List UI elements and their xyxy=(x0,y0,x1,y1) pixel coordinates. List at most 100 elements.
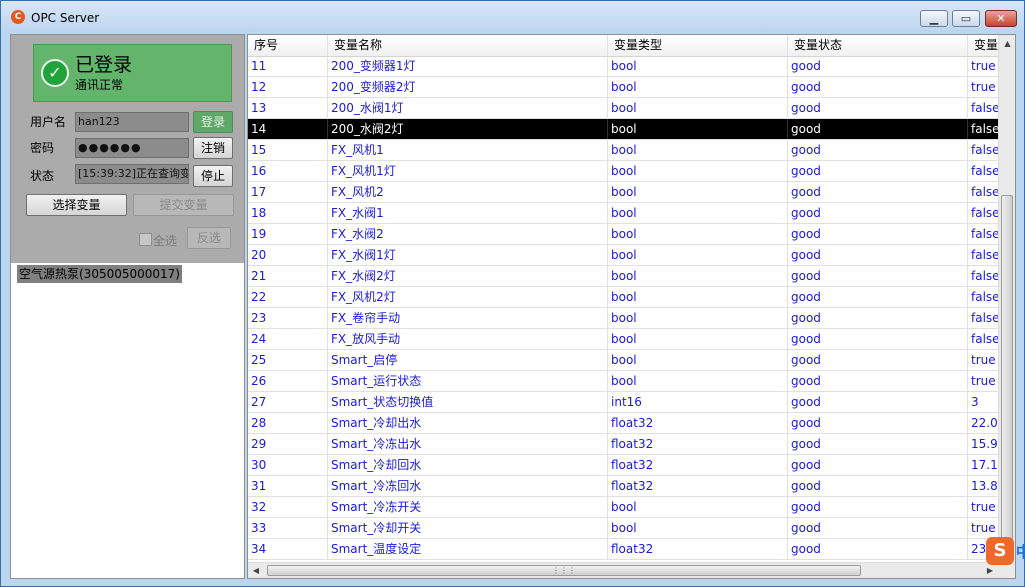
cell-status: good xyxy=(788,161,968,181)
cell-type: bool xyxy=(608,245,788,265)
table-row[interactable]: 32 Smart_冷冻开关 bool good true xyxy=(248,497,998,518)
table-row[interactable]: 25 Smart_启停 bool good true xyxy=(248,350,998,371)
cell-index: 19 xyxy=(248,224,328,244)
table-row[interactable]: 16 FX_风机1灯 bool good false xyxy=(248,161,998,182)
table-row[interactable]: 13 200_水阀1灯 bool good false xyxy=(248,98,998,119)
cell-name: Smart_冷冻出水 xyxy=(328,434,608,454)
title-bar[interactable]: C OPC Server ▁ ▭ ✕ xyxy=(1,1,1024,32)
cell-status: good xyxy=(788,518,968,538)
scroll-right-icon[interactable]: ▶ xyxy=(982,563,998,578)
cell-index: 16 xyxy=(248,161,328,181)
cell-value: false xyxy=(968,224,998,244)
horizontal-scroll-thumb[interactable]: ⋮⋮⋮ xyxy=(267,565,861,576)
select-all-checkbox[interactable] xyxy=(139,233,152,246)
header-name[interactable]: 变量名称 xyxy=(328,35,608,56)
table-row[interactable]: 11 200_变频器1灯 bool good true xyxy=(248,56,998,77)
password-field[interactable]: ●●●●●● xyxy=(75,138,189,158)
header-status[interactable]: 变量状态 xyxy=(788,35,968,56)
vertical-scroll-thumb[interactable] xyxy=(1001,195,1013,540)
username-field[interactable]: han123 xyxy=(75,112,189,132)
cell-type: bool xyxy=(608,329,788,349)
table-row[interactable]: 31Smart_冷冻回水float32good13.87 xyxy=(248,476,998,497)
cell-status: good xyxy=(788,224,968,244)
table-row[interactable]: 33 Smart_冷却开关 bool good true xyxy=(248,518,998,539)
table-row[interactable]: 19 FX_水阀2 bool good false xyxy=(248,224,998,245)
table-row[interactable]: 22 FX_风机2灯 bool good false xyxy=(248,287,998,308)
cell-index: 26 xyxy=(248,371,328,391)
ime-mode-indicator[interactable]: 中 xyxy=(1016,541,1025,562)
cell-name: Smart_运行状态 xyxy=(328,371,608,391)
table-row[interactable]: 21 FX_水阀2灯 bool good false xyxy=(248,266,998,287)
cell-type: bool xyxy=(608,182,788,202)
cell-name: FX_风机2灯 xyxy=(328,287,608,307)
cell-index: 29 xyxy=(248,434,328,454)
state-field: [15:39:32]正在查询变量 xyxy=(75,164,189,184)
cell-index: 22 xyxy=(248,287,328,307)
opc-server-window: C OPC Server ▁ ▭ ✕ ✓ 已登录 通讯正常 用户名 han123… xyxy=(0,0,1025,587)
select-variables-button[interactable]: 选择变量 xyxy=(26,194,127,216)
cell-value: false xyxy=(968,203,998,223)
header-index[interactable]: 序号 xyxy=(248,35,328,56)
password-label: 密码 xyxy=(30,141,55,155)
cell-status: good xyxy=(788,371,968,391)
invert-selection-button[interactable]: 反选 xyxy=(187,227,231,249)
table-row[interactable]: 14 200_水阀2灯 bool good false xyxy=(248,119,998,140)
minimize-button[interactable]: ▁ xyxy=(920,10,948,27)
horizontal-scrollbar[interactable]: ◀ ⋮⋮⋮ ▶ xyxy=(248,562,998,578)
cell-index: 17 xyxy=(248,182,328,202)
table-row[interactable]: 23 FX_卷帘手动 bool good false xyxy=(248,308,998,329)
submit-variables-button[interactable]: 提交变量 xyxy=(133,194,234,216)
cell-name: FX_放风手动 xyxy=(328,329,608,349)
table-row[interactable]: 24 FX_放风手动 bool good false xyxy=(248,329,998,350)
cell-name: FX_风机2 xyxy=(328,182,608,202)
cell-status: good xyxy=(788,392,968,412)
table-row[interactable]: 26 Smart_运行状态 bool good true xyxy=(248,371,998,392)
maximize-button[interactable]: ▭ xyxy=(952,10,980,27)
login-button[interactable]: 登录 xyxy=(193,111,233,133)
table-row[interactable]: 29Smart_冷冻出水float32good15.95 xyxy=(248,434,998,455)
cell-status: good xyxy=(788,140,968,160)
cell-value: true xyxy=(968,518,998,538)
scroll-up-icon[interactable]: ▲ xyxy=(999,35,1015,52)
cell-name: 200_变频器1灯 xyxy=(328,56,608,76)
device-list-item[interactable]: 空气源热泵(305005000017) xyxy=(17,265,182,283)
cell-index: 27 xyxy=(248,392,328,412)
cell-status: good xyxy=(788,308,968,328)
stop-button[interactable]: 停止 xyxy=(193,165,233,187)
header-type[interactable]: 变量类型 xyxy=(608,35,788,56)
vertical-scrollbar[interactable]: ▲ ▼ xyxy=(998,35,1015,562)
table-row[interactable]: 27 Smart_状态切换值 int16 good 3 xyxy=(248,392,998,413)
cell-index: 13 xyxy=(248,98,328,118)
table-row[interactable]: 18 FX_水阀1 bool good false xyxy=(248,203,998,224)
cell-status: good xyxy=(788,98,968,118)
table-row[interactable]: 17 FX_风机2 bool good false xyxy=(248,182,998,203)
cell-status: good xyxy=(788,455,968,475)
logout-button[interactable]: 注销 xyxy=(193,137,233,159)
cell-status: good xyxy=(788,539,968,559)
cell-type: float32 xyxy=(608,539,788,559)
table-row[interactable]: 30Smart_冷却回水float32good17.12 xyxy=(248,455,998,476)
cell-status: good xyxy=(788,287,968,307)
table-row[interactable]: 28Smart_冷却出水float32good22.01 xyxy=(248,413,998,434)
table-row[interactable]: 12 200_变频器2灯 bool good true xyxy=(248,77,998,98)
cell-index: 12 xyxy=(248,77,328,97)
cell-value: false xyxy=(968,182,998,202)
cell-index: 15 xyxy=(248,140,328,160)
table-row[interactable]: 15 FX_风机1 bool good false xyxy=(248,140,998,161)
cell-status: good xyxy=(788,329,968,349)
scroll-left-icon[interactable]: ◀ xyxy=(248,563,264,578)
cell-status: good xyxy=(788,266,968,286)
close-button[interactable]: ✕ xyxy=(985,10,1017,27)
cell-type: float32 xyxy=(608,434,788,454)
table-row[interactable]: 20 FX_水阀1灯 bool good false xyxy=(248,245,998,266)
cell-value: false xyxy=(968,308,998,328)
ime-logo-icon[interactable]: S xyxy=(986,537,1014,565)
cell-status: good xyxy=(788,245,968,265)
cell-type: bool xyxy=(608,266,788,286)
login-area: ✓ 已登录 通讯正常 用户名 han123 登录 密码 ●●●●●● 注销 状态… xyxy=(11,35,244,263)
header-value[interactable]: 变量值 xyxy=(968,35,998,56)
cell-index: 14 xyxy=(248,119,328,139)
table-row[interactable]: 34 Smart_温度设定 float32 good 23 xyxy=(248,539,998,560)
grid-header: 序号 变量名称 变量类型 变量状态 变量值 xyxy=(248,35,998,57)
cell-index: 34 xyxy=(248,539,328,559)
